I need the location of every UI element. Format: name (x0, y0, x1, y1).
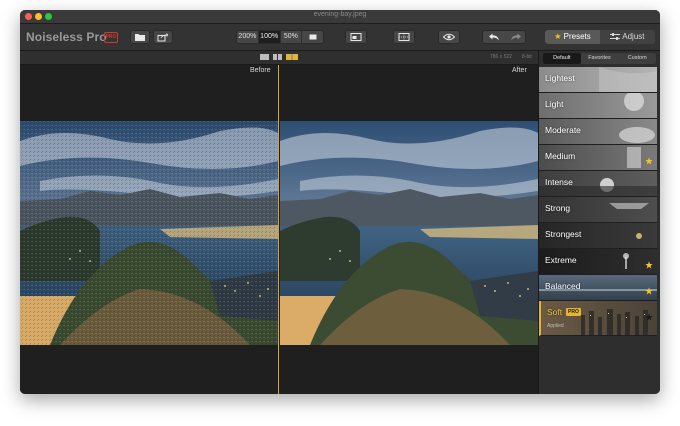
share-button[interactable] (153, 30, 173, 44)
zoom-control: 200% 100% 50% (236, 30, 324, 44)
grid-icon (398, 33, 410, 41)
after-label: After (512, 67, 527, 74)
presets-panel: Default Favorites Custom Lightest Light … (538, 51, 660, 394)
split-view-icon[interactable] (286, 54, 298, 60)
after-image[interactable] (280, 121, 538, 345)
view-mode-single-button[interactable] (345, 30, 367, 44)
zoom-fit-button[interactable] (302, 31, 323, 43)
side-by-side-icon[interactable] (273, 54, 282, 60)
favorite-star-icon[interactable] (645, 256, 653, 274)
history-controls (482, 30, 526, 44)
title-bar: evening-bay.jpeg (20, 10, 660, 24)
folder-icon (135, 34, 145, 41)
preset-intense[interactable]: Intense (539, 171, 657, 197)
star-icon: ★ (554, 32, 562, 41)
preset-label: Intense (545, 177, 573, 187)
tab-presets[interactable]: ★ Presets (545, 30, 600, 44)
tab-adjust[interactable]: Adjust (600, 30, 655, 44)
tab-adjust-label: Adjust (622, 32, 645, 41)
preset-label: Strong (545, 203, 571, 213)
favorite-star-icon[interactable] (645, 308, 653, 326)
pro-badge[interactable]: PRO (104, 32, 118, 43)
preset-strongest[interactable]: Strongest (539, 223, 657, 249)
tab-presets-label: Presets (563, 32, 591, 41)
preset-moderate[interactable]: Moderate (539, 119, 657, 145)
preset-label: Medium (545, 151, 576, 161)
preset-lightest[interactable]: Lightest (539, 67, 657, 93)
fit-screen-icon (309, 34, 317, 40)
toolbar: Noiseless Pro PRO 200% 100% 50% ★ Preset… (20, 24, 660, 51)
preset-label: Soft (547, 307, 563, 317)
preset-light[interactable]: Light (539, 93, 657, 119)
app-name: Noiseless Pro (26, 30, 107, 44)
zoom-50-button[interactable]: 50% (281, 31, 303, 43)
sliders-icon (610, 33, 621, 40)
preset-label: Strongest (545, 229, 582, 239)
before-label: Before (250, 67, 271, 74)
single-pane-icon[interactable] (260, 54, 269, 60)
single-view-icon (350, 33, 362, 41)
zoom-100-button[interactable]: 100% (258, 31, 281, 43)
share-icon (157, 33, 169, 42)
preset-label: Moderate (545, 125, 581, 135)
redo-icon[interactable] (511, 33, 522, 41)
image-canvas[interactable]: Before After (20, 65, 538, 394)
preset-soft[interactable]: Soft PRO Applied (539, 301, 657, 336)
tab-default[interactable]: Default (543, 53, 581, 64)
window-title: evening-bay.jpeg (313, 11, 367, 18)
app-window: evening-bay.jpeg Noiseless Pro PRO 200% … (20, 10, 660, 394)
preview-toggle-button[interactable] (438, 30, 460, 44)
bit-depth: 8-bit (522, 54, 532, 60)
before-image[interactable] (20, 121, 278, 345)
tab-favorites[interactable]: Favorites (581, 53, 619, 64)
preset-label: Balanced (545, 281, 581, 291)
preset-category-tabs: Default Favorites Custom (543, 53, 656, 64)
preset-balanced[interactable]: Balanced (539, 275, 657, 301)
preset-medium[interactable]: Medium (539, 145, 657, 171)
favorite-star-icon[interactable] (645, 282, 653, 300)
preset-label: Extreme (545, 255, 577, 265)
undo-icon[interactable] (489, 33, 500, 41)
split-divider[interactable] (278, 65, 279, 394)
preset-status: Applied (547, 323, 564, 329)
preset-strong[interactable]: Strong (539, 197, 657, 223)
preset-label: Light (545, 99, 564, 109)
preset-extreme[interactable]: Extreme (539, 249, 657, 275)
favorite-star-icon[interactable] (645, 152, 653, 170)
pro-tag: PRO (566, 308, 581, 316)
view-subbar: 786 x 522 8-bit (20, 51, 538, 65)
grid-view-button[interactable] (393, 30, 415, 44)
tab-custom[interactable]: Custom (618, 53, 656, 64)
image-dimensions: 786 x 522 (490, 54, 512, 60)
open-folder-button[interactable] (130, 30, 150, 44)
preset-label: Lightest (545, 73, 575, 83)
eye-icon (443, 33, 455, 41)
zoom-200-button[interactable]: 200% (237, 31, 259, 43)
